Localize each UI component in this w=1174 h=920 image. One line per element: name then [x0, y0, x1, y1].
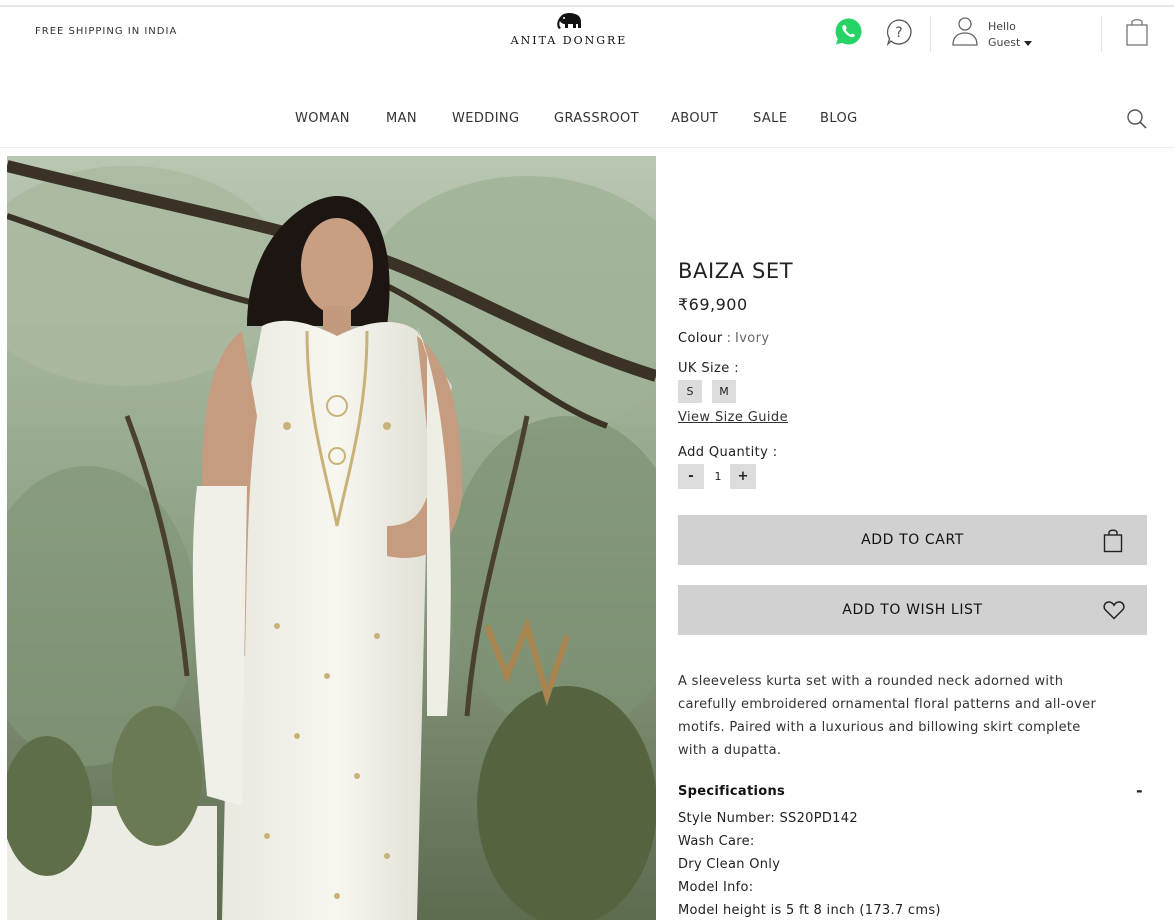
brand-logo[interactable]: ANITA DONGRE: [508, 12, 630, 47]
product-image[interactable]: [7, 156, 656, 920]
size-option-s[interactable]: S: [678, 380, 702, 403]
nav-item-man[interactable]: MAN: [386, 111, 417, 126]
elephant-icon: [557, 12, 581, 29]
guest-dropdown[interactable]: Guest: [988, 35, 1033, 51]
nav-item-about[interactable]: ABOUT: [671, 111, 718, 126]
quantity-label: Add Quantity :: [678, 445, 778, 460]
size-option-m[interactable]: M: [712, 380, 736, 403]
account-menu[interactable]: Hello Guest: [988, 19, 1033, 51]
product-title: BAIZA SET: [678, 259, 794, 283]
user-name: Guest: [988, 36, 1021, 49]
nav-item-grassroot[interactable]: GRASSROOT: [554, 111, 639, 126]
header-divider: [930, 16, 931, 52]
logo-text: ANITA DONGRE: [510, 34, 628, 47]
main-nav: WOMAN MAN WEDDING GRASSROOT ABOUT SALE B…: [0, 111, 1174, 129]
colour-separator: :: [726, 331, 731, 346]
shopping-bag-icon: [1103, 529, 1123, 553]
colour-value: Ivory: [734, 331, 770, 346]
spec-line: Wash Care:: [678, 834, 755, 849]
colour-row: Colour: Ivory: [678, 331, 770, 346]
spec-line: Model Info:: [678, 880, 754, 895]
specifications-collapse-toggle[interactable]: -: [1136, 781, 1143, 800]
size-label: UK Size :: [678, 361, 739, 376]
svg-text:?: ?: [895, 25, 902, 41]
user-icon[interactable]: [951, 16, 979, 47]
quantity-increase-button[interactable]: +: [730, 464, 756, 489]
add-to-cart-label: ADD TO CART: [861, 532, 964, 548]
quantity-value[interactable]: 1: [708, 464, 728, 489]
product-description: A sleeveless kurta set with a rounded ne…: [678, 674, 1097, 758]
nav-divider: [0, 147, 1174, 148]
help-icon[interactable]: ?: [885, 18, 913, 46]
search-icon[interactable]: [1126, 108, 1148, 130]
whatsapp-icon[interactable]: [834, 17, 863, 46]
spec-line: Model height is 5 ft 8 inch (173.7 cms): [678, 903, 941, 918]
add-to-wishlist-label: ADD TO WISH LIST: [842, 602, 983, 618]
shipping-note: FREE SHIPPING IN INDIA: [35, 26, 178, 37]
nav-item-wedding[interactable]: WEDDING: [452, 111, 520, 126]
add-to-cart-button[interactable]: ADD TO CART: [678, 515, 1147, 565]
spec-line: Dry Clean Only: [678, 857, 781, 872]
nav-item-woman[interactable]: WOMAN: [295, 111, 350, 126]
specifications-title[interactable]: Specifications: [678, 784, 785, 799]
colour-label: Colour: [678, 331, 723, 346]
caret-down-icon: [1024, 40, 1033, 46]
nav-item-blog[interactable]: BLOG: [820, 111, 858, 126]
product-price: ₹69,900: [678, 295, 748, 314]
top-divider: [0, 5, 1174, 7]
size-guide-link[interactable]: View Size Guide: [678, 410, 788, 425]
quantity-decrease-button[interactable]: -: [678, 464, 704, 489]
greeting-text: Hello: [988, 20, 1016, 33]
shopping-bag-icon[interactable]: [1125, 17, 1149, 47]
spec-line: Style Number: SS20PD142: [678, 811, 858, 826]
nav-item-sale[interactable]: SALE: [753, 111, 787, 126]
add-to-wishlist-button[interactable]: ADD TO WISH LIST: [678, 585, 1147, 635]
header-divider: [1101, 16, 1102, 52]
heart-icon: [1103, 601, 1125, 620]
